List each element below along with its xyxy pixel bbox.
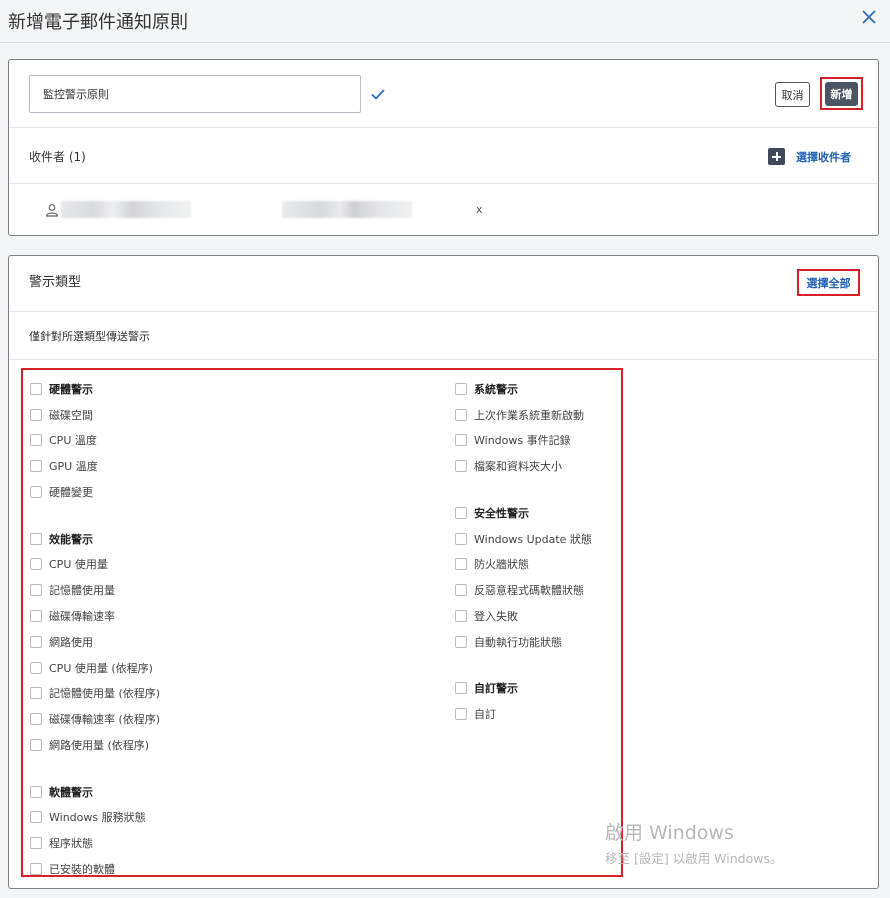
remove-recipient-button[interactable]: x: [476, 203, 483, 216]
alert-item[interactable]: 檔案和資料夾大小: [455, 453, 592, 479]
dialog-title: 新增電子郵件通知原則: [8, 12, 188, 33]
user-icon: [45, 204, 59, 217]
checkbox[interactable]: [30, 532, 42, 545]
divider: [9, 311, 878, 312]
alert-item[interactable]: 自動執行功能狀態: [455, 629, 592, 655]
add-button[interactable]: 新增: [825, 82, 858, 106]
checkbox[interactable]: [455, 558, 467, 571]
alert-item[interactable]: 反惡意程式碼軟體狀態: [455, 577, 592, 603]
alert-group: 系統警示 上次作業系統重新啟動 Windows 事件記錄 檔案和資料夾大小: [455, 376, 592, 479]
alert-group: 安全性警示 Windows Update 狀態 防火牆狀態 反惡意程式碼軟體狀態…: [455, 500, 592, 655]
alert-item[interactable]: CPU 使用量 (依程序): [30, 655, 160, 681]
alert-group: 效能警示 CPU 使用量 記憶體使用量 磁碟傳輸速率 網路使用 CPU 使用量 …: [30, 526, 160, 758]
alert-item[interactable]: CPU 使用量: [30, 552, 160, 578]
alert-item[interactable]: Windows 事件記錄: [455, 428, 592, 454]
checkbox[interactable]: [30, 382, 42, 395]
alert-group-checkbox[interactable]: 硬體警示: [30, 376, 160, 402]
alert-item[interactable]: CPU 溫度: [30, 428, 160, 454]
alert-group: 軟體警示 Windows 服務狀態 程序狀態 已安裝的軟體: [30, 779, 160, 882]
alert-group-checkbox[interactable]: 軟體警示: [30, 779, 160, 805]
checkbox[interactable]: [30, 434, 42, 447]
policy-name-input[interactable]: [29, 75, 361, 113]
alert-item[interactable]: 已安裝的軟體: [30, 856, 160, 882]
alert-item[interactable]: 記憶體使用量: [30, 577, 160, 603]
alert-types-card: 警示類型 選擇全部 僅針對所選類型傳送警示 硬體警示 磁碟空間 CPU 溫度 G…: [8, 255, 879, 889]
checkbox[interactable]: [30, 811, 42, 824]
divider: [9, 359, 878, 360]
checkbox[interactable]: [30, 837, 42, 850]
watermark-line2: 移至 [設定] 以啟用 Windows。: [605, 851, 783, 866]
select-recipients-label: 選擇收件者: [796, 150, 851, 164]
alert-item[interactable]: GPU 溫度: [30, 453, 160, 479]
checkbox[interactable]: [455, 434, 467, 447]
checkbox[interactable]: [455, 408, 467, 421]
alert-column-left: 硬體警示 磁碟空間 CPU 溫度 GPU 溫度 硬體變更 效能警示 CPU 使用…: [30, 376, 160, 898]
checkbox[interactable]: [30, 486, 42, 499]
alert-item[interactable]: 網路使用: [30, 629, 160, 655]
divider: [9, 183, 878, 184]
checkbox[interactable]: [455, 708, 467, 721]
alert-types-description: 僅針對所選類型傳送警示: [29, 330, 150, 343]
alert-group-checkbox[interactable]: 系統警示: [455, 376, 592, 402]
alert-item[interactable]: 登入失敗: [455, 603, 592, 629]
policy-card: 取消 新增 收件者 (1) 選擇收件者 x: [8, 59, 879, 236]
alert-column-right: 系統警示 上次作業系統重新啟動 Windows 事件記錄 檔案和資料夾大小 安全…: [455, 376, 592, 748]
checkbox[interactable]: [30, 739, 42, 752]
alert-item[interactable]: 磁碟空間: [30, 402, 160, 428]
watermark-line1: 啟用 Windows: [605, 822, 734, 844]
checkmark-icon[interactable]: [370, 86, 386, 102]
checkbox[interactable]: [455, 460, 467, 473]
checkbox[interactable]: [30, 661, 42, 674]
alert-item[interactable]: 記憶體使用量 (依程序): [30, 681, 160, 707]
windows-activation-watermark: 啟用 Windows 移至 [設定] 以啟用 Windows。: [605, 818, 782, 867]
checkbox[interactable]: [30, 558, 42, 571]
alert-group-checkbox[interactable]: 安全性警示: [455, 500, 592, 526]
redacted-recipient-name: [61, 201, 191, 218]
checkbox[interactable]: [30, 584, 42, 597]
divider: [9, 127, 878, 128]
redacted-recipient-email: [282, 201, 412, 218]
checkbox[interactable]: [455, 584, 467, 597]
alert-item[interactable]: 硬體變更: [30, 479, 160, 505]
alert-types-title: 警示類型: [29, 275, 82, 290]
add-button-highlight: 新增: [820, 77, 863, 110]
alert-item[interactable]: Windows Update 狀態: [455, 526, 592, 552]
checkbox[interactable]: [30, 687, 42, 700]
alert-group: 自訂警示 自訂: [455, 676, 592, 728]
select-all-highlight: 選擇全部: [797, 269, 860, 296]
plus-icon: [768, 148, 785, 165]
recipients-label: 收件者 (1): [29, 150, 86, 164]
alert-item[interactable]: 程序狀態: [30, 830, 160, 856]
alert-item[interactable]: Windows 服務狀態: [30, 805, 160, 831]
alert-group-checkbox[interactable]: 效能警示: [30, 526, 160, 552]
checkbox[interactable]: [30, 713, 42, 726]
alert-item[interactable]: 自訂: [455, 701, 592, 727]
alert-group-checkbox[interactable]: 自訂警示: [455, 676, 592, 702]
checkbox[interactable]: [30, 408, 42, 421]
dialog-header: 新增電子郵件通知原則: [0, 0, 890, 43]
close-icon[interactable]: [858, 6, 880, 28]
alert-item[interactable]: 網路使用量 (依程序): [30, 732, 160, 758]
checkbox[interactable]: [455, 682, 467, 695]
alert-group: 硬體警示 磁碟空間 CPU 溫度 GPU 溫度 硬體變更: [30, 376, 160, 505]
checkbox[interactable]: [30, 460, 42, 473]
select-recipients-button[interactable]: 選擇收件者: [768, 148, 851, 165]
alert-item[interactable]: 磁碟傳輸速率 (依程序): [30, 706, 160, 732]
checkbox[interactable]: [455, 506, 467, 519]
checkbox[interactable]: [30, 635, 42, 648]
checkbox[interactable]: [455, 382, 467, 395]
alert-item[interactable]: 上次作業系統重新啟動: [455, 402, 592, 428]
alert-item[interactable]: 防火牆狀態: [455, 552, 592, 578]
checkbox[interactable]: [30, 785, 42, 798]
checkbox[interactable]: [455, 532, 467, 545]
checkbox[interactable]: [30, 610, 42, 623]
cancel-button[interactable]: 取消: [775, 82, 810, 107]
checkbox[interactable]: [455, 610, 467, 623]
recipient-entry: x: [45, 199, 505, 221]
alert-item[interactable]: 磁碟傳輸速率: [30, 603, 160, 629]
select-all-button[interactable]: 選擇全部: [807, 275, 851, 291]
checkbox[interactable]: [455, 635, 467, 648]
checkbox[interactable]: [30, 863, 42, 876]
